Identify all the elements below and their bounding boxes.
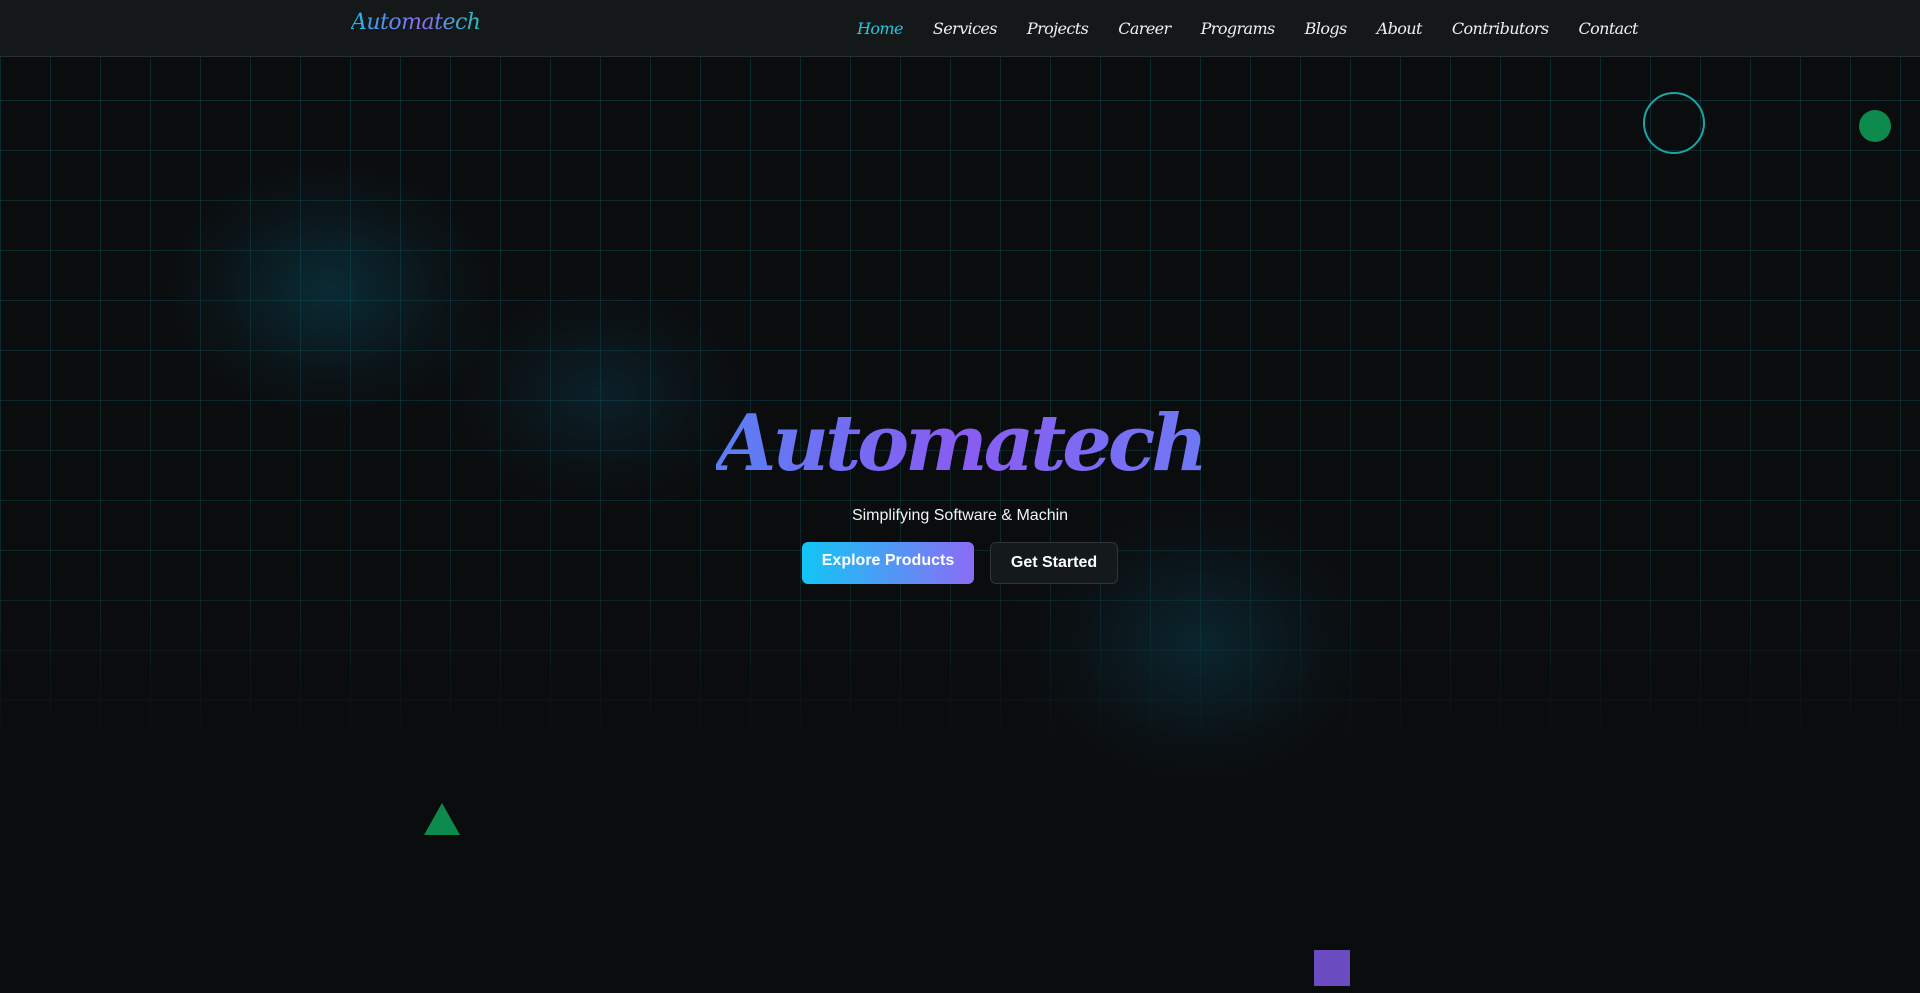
nav-link-projects[interactable]: Projects bbox=[1027, 19, 1089, 38]
nav-link-career[interactable]: Career bbox=[1118, 19, 1171, 38]
get-started-button[interactable]: Get Started bbox=[990, 542, 1118, 584]
navbar: Automatech Home Services Projects Career… bbox=[0, 0, 1920, 57]
nav-link-services[interactable]: Services bbox=[933, 19, 998, 38]
brand-logo[interactable]: Automatech bbox=[351, 10, 481, 35]
hero-title: Automatech bbox=[0, 405, 1920, 483]
nav-link-home[interactable]: Home bbox=[857, 19, 903, 38]
hero-title-text: Automatech bbox=[715, 398, 1208, 489]
nav-link-about[interactable]: About bbox=[1377, 19, 1423, 38]
nav-link-blogs[interactable]: Blogs bbox=[1305, 19, 1348, 38]
decorative-triangle bbox=[424, 803, 460, 835]
grid-background bbox=[0, 57, 1920, 993]
page: Automatech Home Services Projects Career… bbox=[0, 0, 1920, 993]
decorative-circle-outline bbox=[1643, 92, 1705, 154]
explore-products-button[interactable]: Explore Products bbox=[802, 542, 974, 584]
hero-subtitle: Simplifying Software & Machin bbox=[851, 507, 1069, 524]
nav-link-programs[interactable]: Programs bbox=[1201, 19, 1276, 38]
nav-links: Home Services Projects Career Programs B… bbox=[857, 0, 1668, 57]
decorative-square bbox=[1314, 950, 1350, 986]
nav-link-contributors[interactable]: Contributors bbox=[1452, 19, 1549, 38]
decorative-circle-filled bbox=[1859, 110, 1891, 142]
nav-link-contact[interactable]: Contact bbox=[1578, 19, 1638, 38]
